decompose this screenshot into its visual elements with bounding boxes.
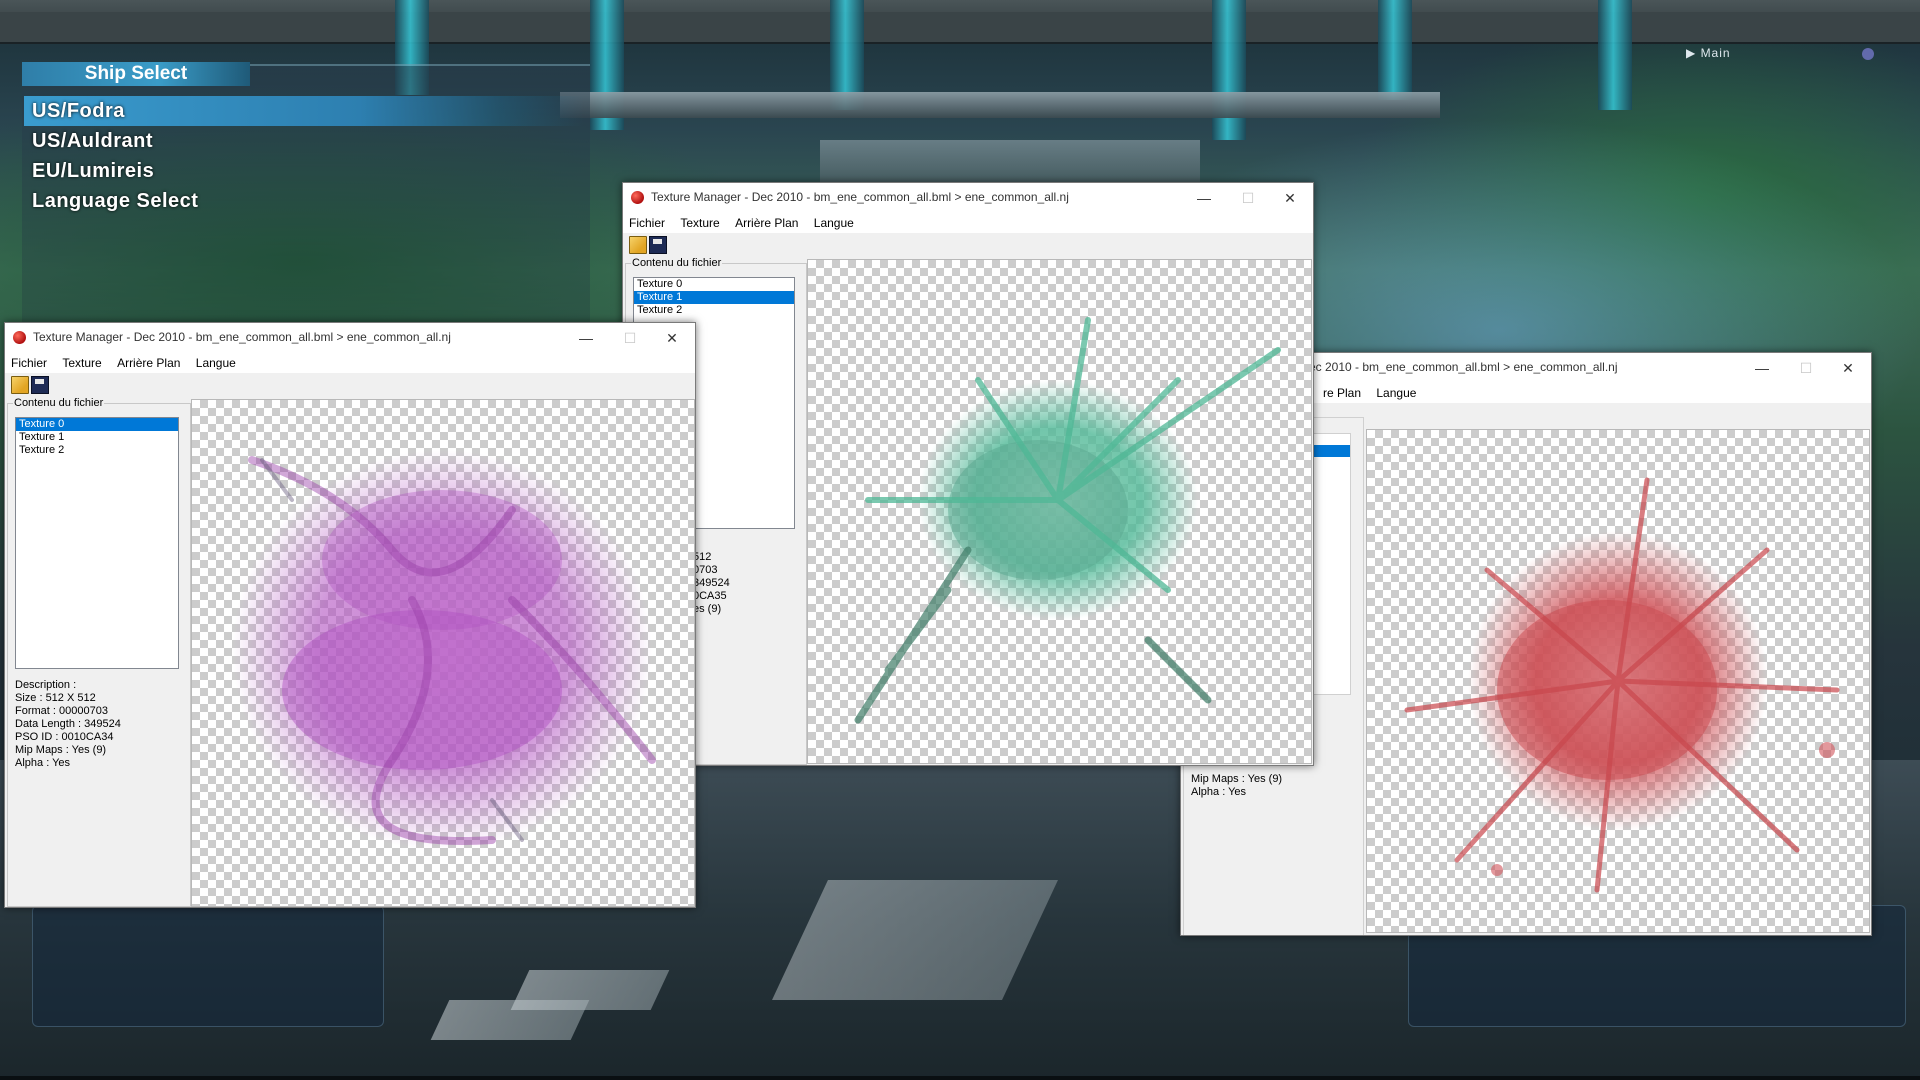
info-alpha: Alpha : Yes <box>15 757 71 769</box>
texture-list-box[interactable] <box>1314 433 1351 695</box>
background-pillar <box>1212 0 1246 140</box>
save-icon[interactable] <box>31 376 49 394</box>
open-folder-icon[interactable] <box>11 376 29 394</box>
texture-manager-window-green[interactable]: Texture Manager - Dec 2010 - bm_ene_comm… <box>622 182 1314 766</box>
menu-background[interactable]: re Plan <box>1317 383 1367 403</box>
ship-item-us-auldrant[interactable]: US/Auldrant <box>24 126 584 156</box>
ship-item-language-select[interactable]: Language Select <box>24 186 584 216</box>
background-hud-panel <box>32 905 384 1027</box>
background-bottom-bar <box>0 1076 1920 1080</box>
close-button[interactable]: ✕ <box>1271 187 1309 209</box>
texture-preview <box>807 259 1312 764</box>
texture-list-selection-hl[interactable] <box>1314 445 1350 457</box>
menu-language[interactable]: Langue <box>190 353 242 373</box>
maximize-button[interactable]: ☐ <box>1787 357 1825 379</box>
menu-texture[interactable]: Texture <box>56 353 107 373</box>
app-icon <box>13 331 26 344</box>
menu-texture[interactable]: Texture <box>674 213 725 233</box>
save-icon[interactable] <box>649 236 667 254</box>
menu-file[interactable]: Fichier <box>623 213 671 233</box>
app-icon <box>631 191 644 204</box>
info-data-length: Data Length : 349524 <box>15 718 121 730</box>
list-item[interactable]: Texture 1 <box>634 291 794 304</box>
info-format: 0703 <box>693 564 718 576</box>
window-title: Texture Manager - Dec 2010 - bm_ene_comm… <box>651 190 1069 204</box>
texture-list[interactable]: Texture 0 Texture 1 Texture 2 <box>15 417 179 669</box>
window-title: ec 2010 - bm_ene_common_all.bml > ene_co… <box>1309 360 1618 374</box>
file-contents-label: Contenu du fichier <box>631 257 723 269</box>
window-titlebar[interactable]: Texture Manager - Dec 2010 - bm_ene_comm… <box>5 323 695 353</box>
texture-splat-purple <box>232 450 656 850</box>
orb-icon <box>1862 48 1874 60</box>
info-size: 512 <box>693 551 712 563</box>
main-label: ▶ Main <box>1686 46 1731 60</box>
ship-select-title: Ship Select <box>22 62 250 86</box>
ship-item-eu-lumireis[interactable]: EU/Lumireis <box>24 156 584 186</box>
info-description: Description : <box>15 679 77 691</box>
background-pillar <box>1598 0 1632 110</box>
info-mipmaps: es (9) <box>693 603 722 615</box>
close-button[interactable]: ✕ <box>653 327 691 349</box>
info-data-length: 349524 <box>693 577 730 589</box>
texture-splat-green <box>854 317 1281 724</box>
list-item[interactable]: Texture 2 <box>634 304 794 317</box>
menu-background[interactable]: Arrière Plan <box>729 213 804 233</box>
menu-language[interactable]: Langue <box>1370 383 1422 403</box>
texture-preview <box>1366 429 1870 933</box>
maximize-button[interactable]: ☐ <box>611 327 649 349</box>
list-item[interactable]: Texture 0 <box>634 278 794 291</box>
info-size: Size : 512 X 512 <box>15 692 96 704</box>
list-item[interactable]: Texture 0 <box>16 418 178 431</box>
window-title: Texture Manager - Dec 2010 - bm_ene_comm… <box>33 330 451 344</box>
info-mipmaps: Mip Maps : Yes (9) <box>15 744 107 756</box>
menu-file[interactable]: Fichier <box>5 353 53 373</box>
texture-info: 512 0703 349524 0CA35 es (9) <box>693 551 730 616</box>
info-format: Format : 00000703 <box>15 705 108 717</box>
info-pso-id: PSO ID : 0010CA34 <box>15 731 114 743</box>
toolbar <box>5 373 695 395</box>
menu-bar: Fichier Texture Arrière Plan Langue <box>623 213 1313 233</box>
minimize-button[interactable]: — <box>567 327 605 349</box>
minimize-button[interactable]: — <box>1185 187 1223 209</box>
menu-background[interactable]: Arrière Plan <box>111 353 186 373</box>
file-contents-label: Contenu du fichier <box>13 397 105 409</box>
list-item[interactable]: Texture 1 <box>16 431 178 444</box>
texture-manager-window-purple[interactable]: Texture Manager - Dec 2010 - bm_ene_comm… <box>4 322 696 908</box>
maximize-button[interactable]: ☐ <box>1229 187 1267 209</box>
menu-language[interactable]: Langue <box>808 213 860 233</box>
floor-stripe <box>510 970 670 1010</box>
list-item[interactable]: Texture 2 <box>16 444 178 457</box>
background-ceiling-panel <box>0 12 1920 42</box>
info-pso-id: 0CA35 <box>693 590 727 602</box>
open-folder-icon[interactable] <box>629 236 647 254</box>
minimize-button[interactable]: — <box>1743 357 1781 379</box>
background-pillar <box>1378 0 1412 100</box>
background-beam <box>560 92 1440 118</box>
ship-select-list: US/Fodra US/Auldrant EU/Lumireis Languag… <box>24 96 584 216</box>
texture-info: Description : Size : 512 X 512 Format : … <box>15 679 121 770</box>
texture-splat-red <box>1404 477 1840 893</box>
toolbar <box>623 233 1313 255</box>
texture-preview <box>191 399 695 907</box>
window-titlebar[interactable]: Texture Manager - Dec 2010 - bm_ene_comm… <box>623 183 1313 213</box>
close-button[interactable]: ✕ <box>1829 357 1867 379</box>
menu-bar: Fichier Texture Arrière Plan Langue <box>5 353 695 373</box>
ship-item-us-fodra[interactable]: US/Fodra <box>24 96 584 126</box>
